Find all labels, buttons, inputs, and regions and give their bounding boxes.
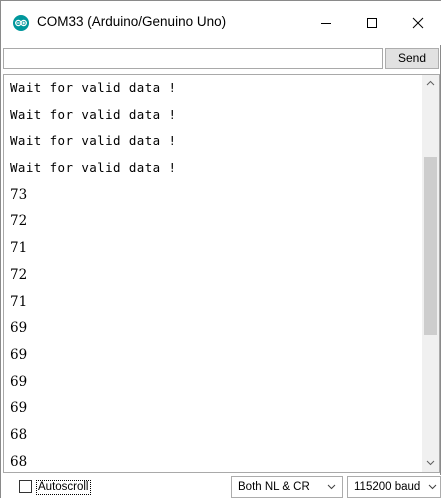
- send-button[interactable]: Send: [385, 48, 439, 69]
- send-row: Send: [1, 48, 441, 72]
- maximize-icon: [367, 18, 377, 28]
- close-icon: [412, 17, 424, 29]
- chevron-down-icon: [327, 484, 336, 490]
- output-line: 72: [10, 266, 28, 283]
- output-line: 69: [10, 400, 28, 417]
- vertical-scrollbar[interactable]: [422, 75, 439, 472]
- minimize-button[interactable]: [303, 1, 349, 45]
- output-line: Wait for valid data !: [10, 133, 177, 149]
- title-bar[interactable]: COM33 (Arduino/Genuino Uno): [1, 1, 441, 45]
- arduino-logo-icon: [13, 15, 29, 31]
- maximize-button[interactable]: [349, 1, 395, 45]
- chevron-down-icon: [426, 460, 435, 466]
- scroll-up-button[interactable]: [422, 75, 439, 92]
- output-line: Wait for valid data !: [10, 160, 177, 176]
- output-line: 68: [10, 426, 28, 443]
- output-line: 69: [10, 373, 28, 390]
- scroll-down-button[interactable]: [422, 455, 439, 472]
- autoscroll-label[interactable]: Autoscroll: [36, 480, 91, 495]
- output-line: 68: [10, 453, 28, 470]
- output-line: 69: [10, 346, 28, 363]
- output-line: 71: [10, 240, 28, 257]
- close-button[interactable]: [395, 1, 441, 45]
- output-line: 71: [10, 293, 28, 310]
- scrollbar-thumb[interactable]: [424, 157, 437, 335]
- output-line: 69: [10, 320, 28, 337]
- line-ending-select[interactable]: Both NL & CR: [231, 476, 343, 498]
- output-line: 73: [10, 186, 28, 203]
- output-line: Wait for valid data !: [10, 80, 177, 95]
- serial-output-area[interactable]: Wait for valid data ! Wait for valid data…: [3, 74, 440, 473]
- baud-rate-value: 115200 baud: [354, 481, 421, 493]
- minimize-icon: [321, 23, 331, 24]
- output-line: Wait for valid data !: [10, 106, 177, 122]
- line-ending-value: Both NL & CR: [238, 481, 310, 493]
- output-lines: Wait for valid data ! Wait for valid data…: [10, 75, 420, 472]
- serial-monitor-window: COM33 (Arduino/Genuino Uno) Send Wait fo…: [0, 0, 441, 499]
- bottom-bar: Autoscroll Both NL & CR 115200 baud: [1, 475, 441, 499]
- serial-input-field[interactable]: [3, 48, 383, 69]
- autoscroll-checkbox[interactable]: [19, 480, 32, 493]
- baud-rate-select[interactable]: 115200 baud: [347, 476, 441, 498]
- chevron-down-icon: [428, 484, 437, 490]
- chevron-up-icon: [426, 80, 435, 86]
- output-line: 72: [10, 213, 28, 230]
- window-title: COM33 (Arduino/Genuino Uno): [37, 14, 227, 29]
